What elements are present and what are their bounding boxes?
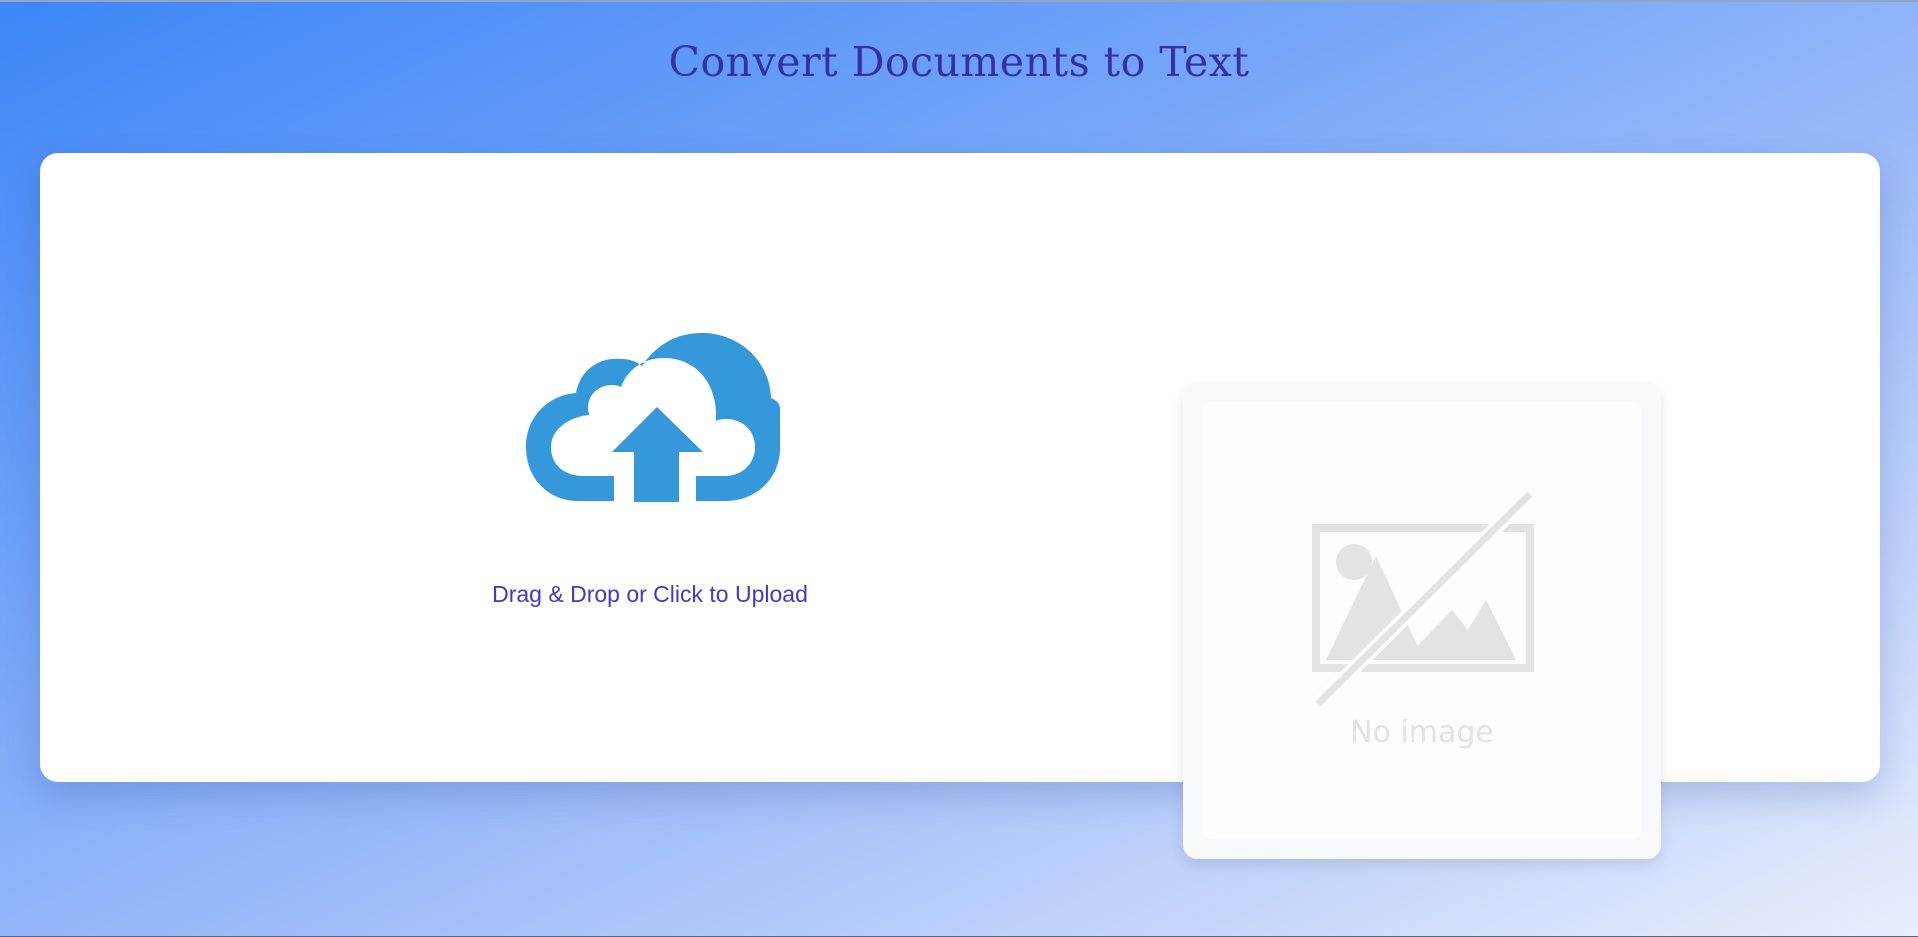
- converter-card: Drag & Drop or Click to Upload No image: [40, 153, 1880, 859]
- no-image-icon: [1312, 490, 1534, 708]
- cloud-upload-icon: [526, 333, 780, 502]
- image-preview-frame: No image: [1183, 382, 1661, 859]
- upload-dropzone[interactable]: Drag & Drop or Click to Upload: [450, 333, 850, 623]
- page-title: Convert Documents to Text: [668, 38, 1250, 86]
- upload-label[interactable]: Drag & Drop or Click to Upload: [450, 581, 850, 608]
- no-image-placeholder-text: No image: [1350, 715, 1494, 750]
- top-border: [0, 0, 1918, 2]
- image-preview-area: No image: [1203, 402, 1641, 839]
